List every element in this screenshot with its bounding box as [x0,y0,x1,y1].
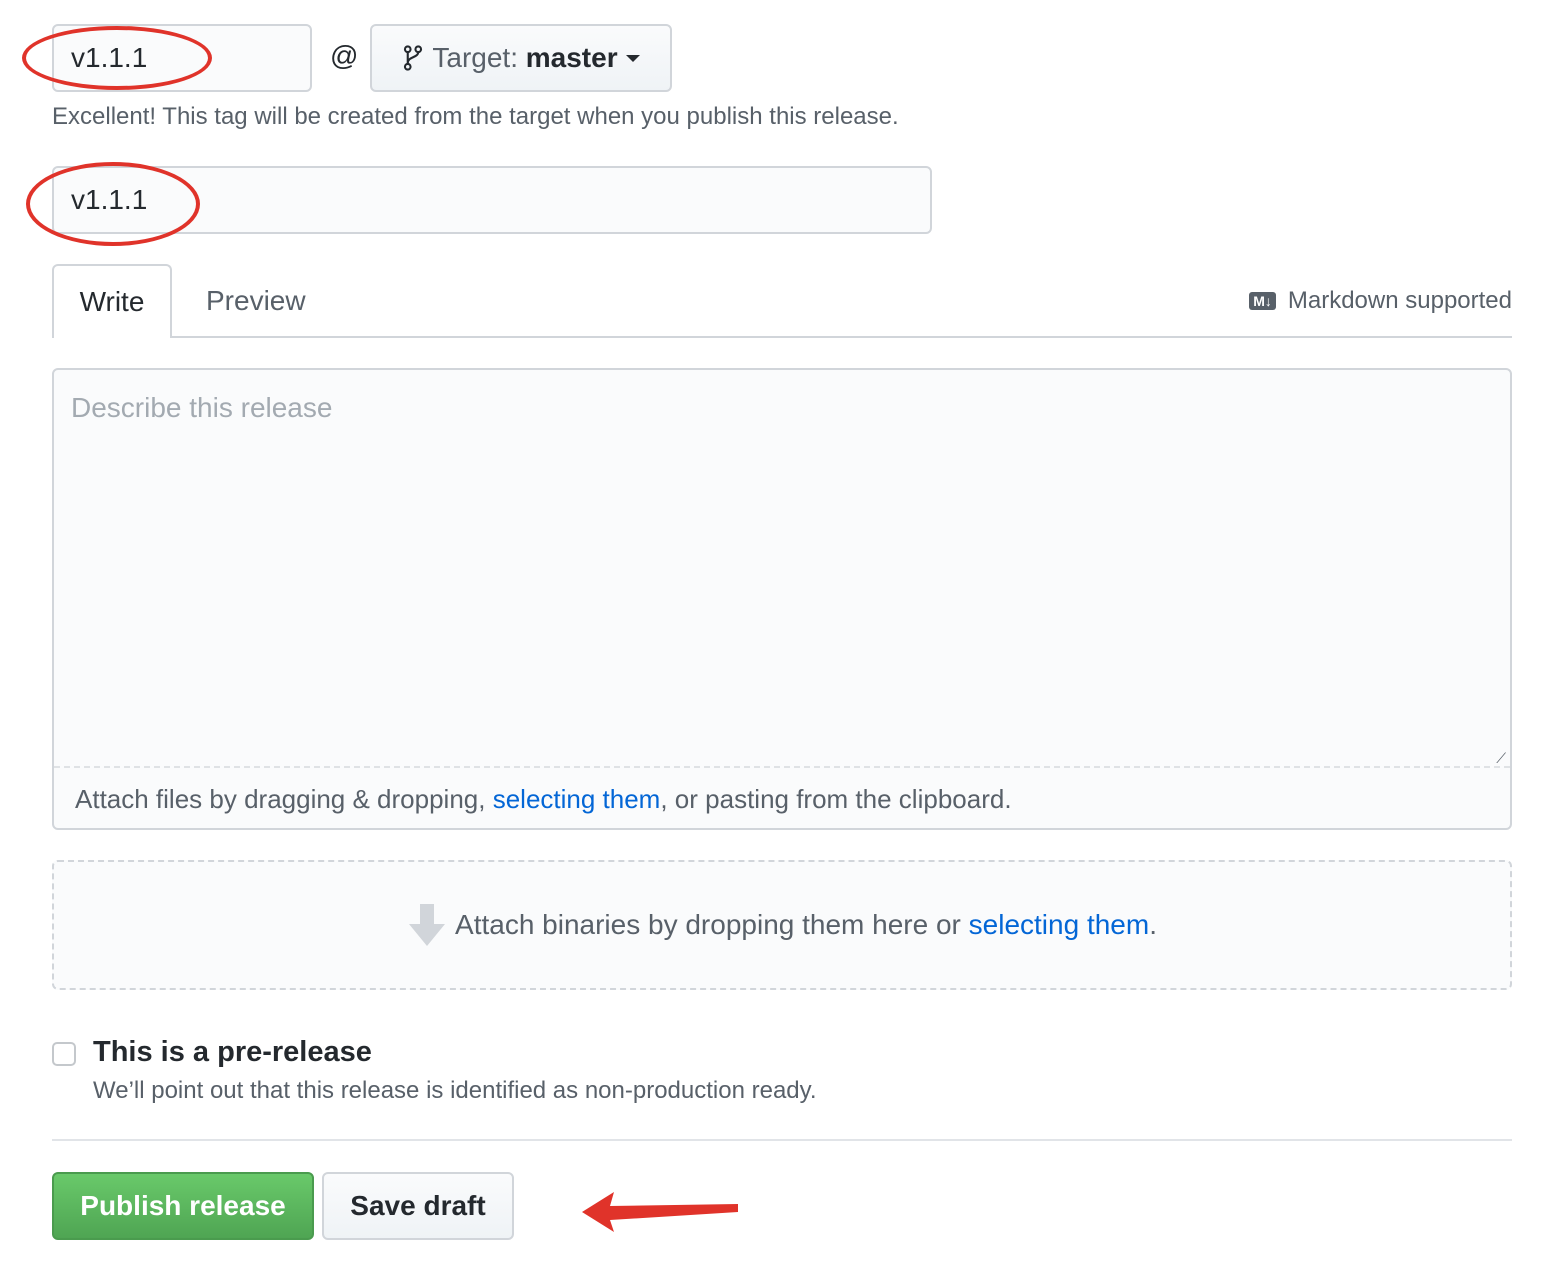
target-branch: master [525,42,618,73]
annotation-arrow [582,1192,738,1232]
prerelease-label[interactable]: This is a pre-release [93,1036,372,1069]
arrow-down-icon [409,904,446,946]
tag-hint: Excellent! This tag will be created from… [52,103,899,130]
branch-icon [404,45,423,71]
publish-release-button[interactable]: Publish release [52,1172,314,1240]
select-files-link[interactable]: selecting them [493,784,661,814]
tab-write[interactable]: Write [52,264,172,338]
markdown-icon: M↓ [1249,292,1276,310]
annotation-oval [22,26,212,90]
select-binaries-link[interactable]: selecting them [969,909,1150,941]
attach-files-text: Attach files by dragging & dropping, sel… [75,784,1012,815]
resize-handle[interactable]: ⟋ [1496,750,1506,767]
prerelease-description: We’ll point out that this release is ide… [93,1077,817,1104]
caret-down-icon [625,54,640,62]
markdown-label: Markdown supported [1287,287,1512,314]
description-editor[interactable]: Describe this release ⟋ Attach files by … [52,368,1512,830]
annotation-oval [26,162,200,246]
attach-files-prefix: Attach files by dragging & dropping, [75,784,493,814]
target-label: Target: [432,42,518,73]
prerelease-checkbox[interactable] [52,1042,76,1066]
target-branch-button[interactable]: Target: master [370,24,672,92]
description-placeholder: Describe this release [71,392,333,423]
at-symbol: @ [330,40,359,71]
tab-label: Write [79,286,145,317]
markdown-supported[interactable]: M↓ Markdown supported [1249,287,1512,315]
attach-binaries-suffix: . [1149,909,1157,940]
save-draft-button[interactable]: Save draft [322,1172,514,1240]
binaries-dropzone[interactable]: Attach binaries by dropping them here or… [52,860,1512,990]
tab-preview[interactable]: Preview [206,285,306,317]
attach-binaries-prefix: Attach binaries by dropping them here or [455,909,961,940]
attach-files-suffix: , or pasting from the clipboard. [660,784,1012,814]
